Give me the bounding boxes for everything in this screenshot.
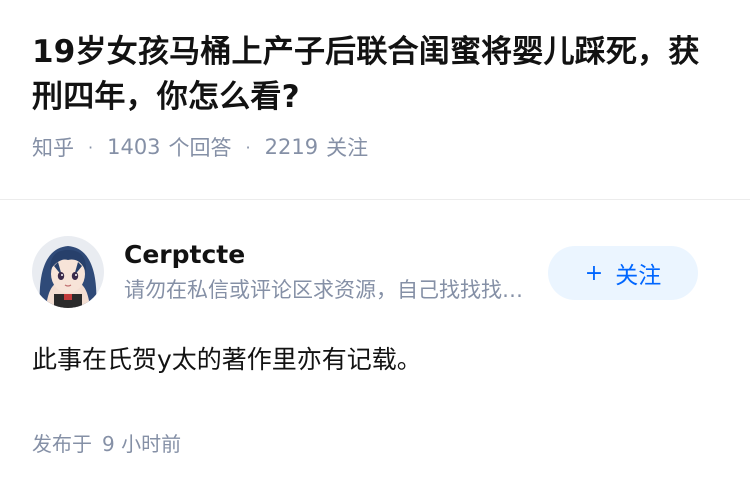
answers-label: 个回答 bbox=[168, 136, 232, 160]
source-label[interactable]: 知乎 bbox=[32, 132, 74, 162]
question-header: 19岁女孩马桶上产子后联合闺蜜将婴儿踩死，获刑四年，你怎么看? 知乎 · 140… bbox=[0, 0, 750, 200]
follow-button[interactable]: + 关注 bbox=[548, 246, 698, 300]
answer-card: Cerptcte 请勿在私信或评论区求资源，自己找找找找找 + 关注 此事在氏贺… bbox=[0, 200, 750, 457]
author-bio: 请勿在私信或评论区求资源，自己找找找找找 bbox=[124, 278, 534, 302]
plus-icon: + bbox=[584, 260, 604, 286]
author-info: Cerptcte 请勿在私信或评论区求资源，自己找找找找找 bbox=[124, 239, 534, 305]
answer-content[interactable]: 此事在氏贺y太的著作里亦有记载。 bbox=[32, 340, 718, 380]
answers-count: 1403 bbox=[107, 135, 161, 159]
followers-label: 关注 bbox=[326, 136, 369, 160]
avatar[interactable] bbox=[32, 236, 104, 308]
posted-time-value: 9 小时前 bbox=[102, 432, 182, 456]
avatar-image bbox=[32, 236, 104, 308]
separator-dot: · bbox=[245, 137, 251, 157]
follow-label: 关注 bbox=[615, 263, 662, 289]
author-row: Cerptcte 请勿在私信或评论区求资源，自己找找找找找 + 关注 bbox=[32, 236, 718, 308]
posted-prefix: 发布于 bbox=[32, 432, 92, 456]
followers-count: 2219 bbox=[264, 135, 319, 159]
question-meta: 知乎 · 1403 个回答 · 2219 关注 bbox=[32, 132, 718, 162]
posted-time: 发布于 9 小时前 bbox=[32, 428, 718, 457]
author-name[interactable]: Cerptcte bbox=[124, 239, 534, 271]
question-title[interactable]: 19岁女孩马桶上产子后联合闺蜜将婴儿踩死，获刑四年，你怎么看? bbox=[32, 30, 718, 120]
separator-dot: · bbox=[88, 137, 94, 157]
